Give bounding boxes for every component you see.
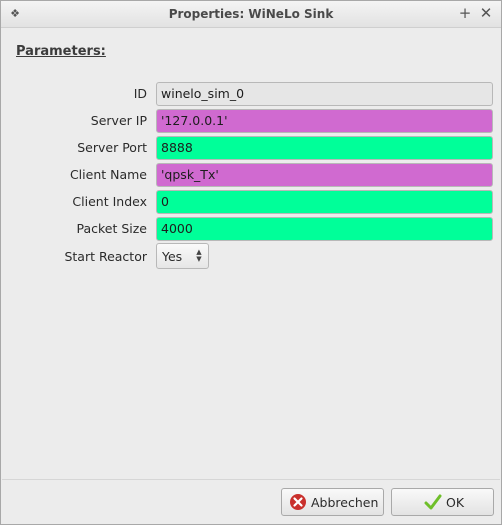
server-ip-field[interactable]: '127.0.0.1' [156,109,493,133]
properties-dialog: ❖ Properties: WiNeLo Sink + ✕ Parameters… [0,0,502,525]
param-row-client-index: Client Index 0 [2,190,500,214]
dialog-content: Parameters: ID winelo_sim_0 Server IP '1… [2,28,500,478]
id-field[interactable]: winelo_sim_0 [156,82,493,106]
packet-size-field[interactable]: 4000 [156,217,493,241]
param-row-id: ID winelo_sim_0 [2,82,500,106]
param-label-server-ip: Server IP [90,113,147,128]
param-label-client-name: Client Name [69,167,147,182]
start-reactor-select[interactable]: Yes ▲ ▼ [156,243,209,269]
param-row-client-name: Client Name 'qpsk_Tx' [2,163,500,187]
param-row-server-ip: Server IP '127.0.0.1' [2,109,500,133]
ok-button-label: OK [446,494,465,510]
close-icon[interactable]: ✕ [478,4,494,22]
section-title: Parameters: [16,44,106,59]
cancel-button[interactable]: Abbrechen [281,488,384,516]
param-row-start-reactor: Start Reactor Yes ▲ ▼ [2,243,500,269]
param-label-client-index: Client Index [72,194,147,209]
cancel-icon [289,493,307,511]
param-label-packet-size: Packet Size [76,221,147,236]
maximize-icon[interactable]: + [457,4,473,22]
param-label-server-port: Server Port [77,140,147,155]
cancel-button-label: Abbrechen [311,494,379,510]
param-row-packet-size: Packet Size 4000 [2,217,500,241]
start-reactor-value: Yes [162,249,183,264]
param-row-server-port: Server Port 8888 [2,136,500,160]
window-title: Properties: WiNeLo Sink [168,7,334,21]
client-name-field[interactable]: 'qpsk_Tx' [156,163,493,187]
param-label-start-reactor: Start Reactor [64,249,147,264]
checkmark-icon [424,493,442,511]
param-label-id: ID [133,86,147,101]
footer-separator [2,479,500,480]
spin-arrows-icon: ▲ ▼ [196,248,202,263]
client-index-field[interactable]: 0 [156,190,493,214]
title-bar[interactable]: ❖ Properties: WiNeLo Sink + ✕ [1,1,501,28]
server-port-field[interactable]: 8888 [156,136,493,160]
ok-button[interactable]: OK [391,488,494,516]
